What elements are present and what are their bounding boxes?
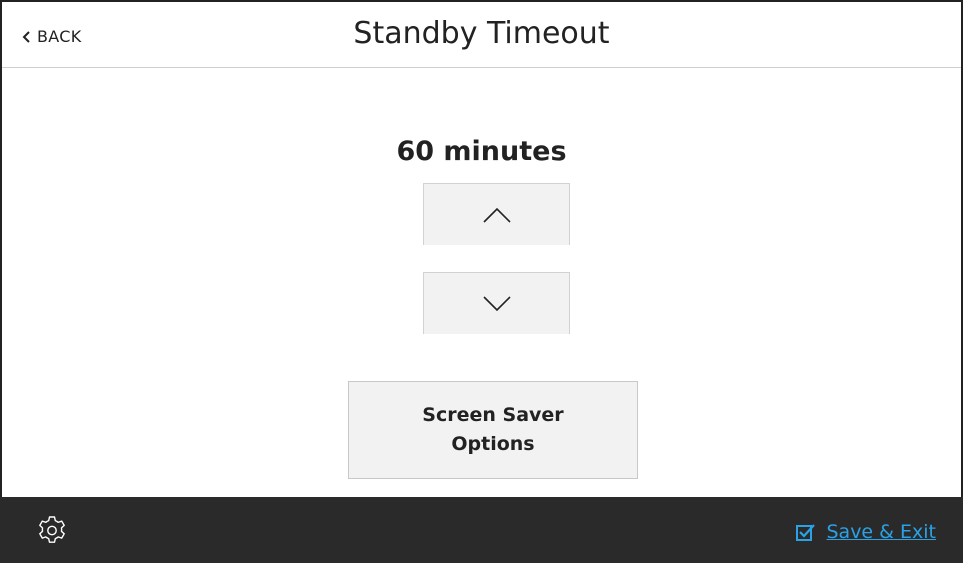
gear-icon[interactable] bbox=[36, 515, 68, 547]
save-and-exit-button[interactable]: Save & Exit bbox=[796, 521, 936, 543]
footer-bar: Save & Exit bbox=[0, 497, 963, 563]
decrease-button[interactable] bbox=[423, 272, 570, 334]
touch-panel-screen: BACK Standby Timeout 60 minutes Screen S… bbox=[0, 0, 963, 563]
chevron-up-icon bbox=[482, 207, 511, 223]
header-bar: BACK Standby Timeout bbox=[2, 2, 961, 68]
chevron-down-icon bbox=[482, 295, 511, 311]
screen-saver-options-button[interactable]: Screen Saver Options bbox=[348, 381, 638, 479]
save-and-exit-label: Save & Exit bbox=[826, 521, 936, 543]
timeout-value: 60 minutes bbox=[396, 136, 567, 167]
increase-button[interactable] bbox=[423, 183, 570, 245]
page-title: Standby Timeout bbox=[353, 16, 610, 51]
screen-saver-options-label: Screen Saver Options bbox=[422, 404, 564, 455]
checkbox-checked-icon bbox=[796, 524, 816, 541]
